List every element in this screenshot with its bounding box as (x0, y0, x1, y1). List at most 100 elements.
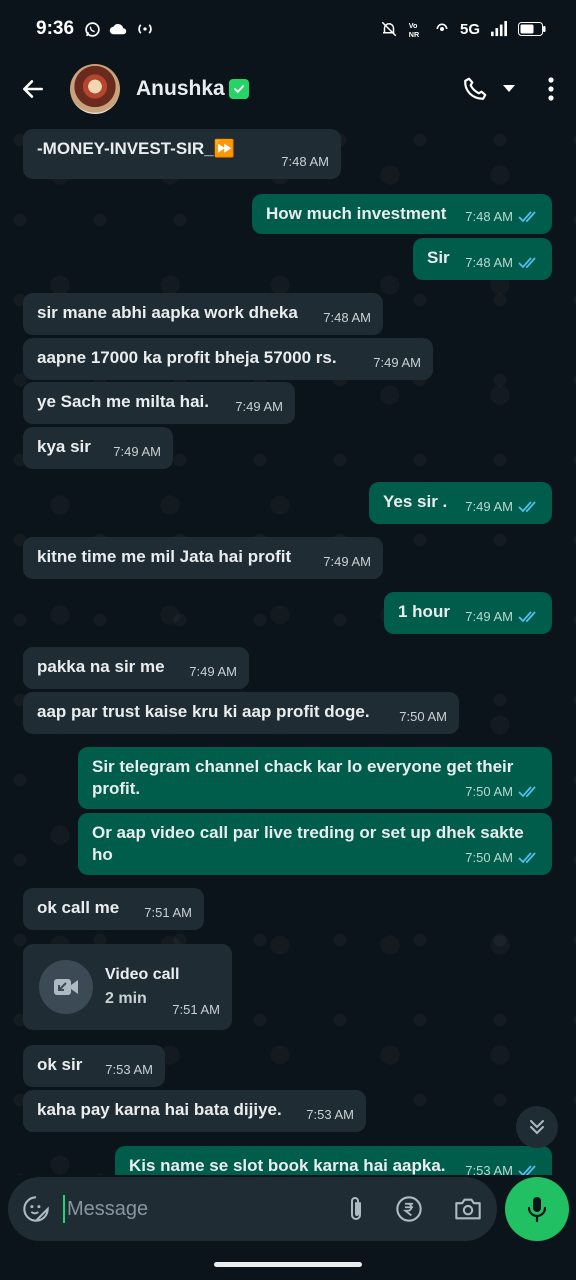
status-left-icons (84, 21, 155, 38)
message-incoming[interactable]: -MONEY-INVEST-SIR_⏩ 7:48 AM (23, 129, 341, 179)
message-text: kaha pay karna hai bata dijiye. (37, 1100, 282, 1119)
message-time: 7:49 AM (465, 499, 513, 514)
read-ticks-icon (518, 211, 536, 223)
home-indicator[interactable] (214, 1262, 362, 1267)
message-time: 7:50 AM (399, 709, 447, 724)
message-meta: 7:49 AM (323, 551, 371, 573)
sticker-icon (22, 1196, 49, 1222)
signal-icon (491, 21, 507, 37)
payment-button[interactable] (380, 1177, 439, 1241)
message-meta: 7:50 AM (465, 781, 540, 803)
message-meta: 7:48 AM (465, 252, 540, 274)
message-outgoing[interactable]: Yes sir . 7:49 AM (369, 482, 552, 524)
message-time: 7:49 AM (323, 554, 371, 569)
message-meta: 7:48 AM (323, 307, 371, 329)
voice-call-button[interactable] (458, 64, 492, 114)
message-meta: 7:50 AM (465, 847, 540, 869)
hotspot-icon (138, 24, 152, 34)
message-time: 7:50 AM (465, 784, 513, 799)
message-time: 7:53 AM (105, 1062, 153, 1077)
paperclip-icon (350, 1197, 361, 1220)
missed-video-call-icon (54, 979, 78, 995)
message-incoming[interactable]: aapne 17000 ka profit bheja 57000 rs. 7:… (23, 338, 433, 380)
battery-icon (518, 22, 546, 36)
message-incoming[interactable]: aap par trust kaise kru ki aap profit do… (23, 692, 459, 734)
back-button[interactable] (0, 58, 66, 120)
message-incoming[interactable]: kitne time me mil Jata hai profit 7:49 A… (23, 537, 383, 579)
message-meta: 7:53 AM (306, 1104, 354, 1126)
message-meta: 7:49 AM (465, 496, 540, 518)
avatar[interactable] (70, 64, 120, 114)
message-time: 7:49 AM (373, 355, 421, 370)
emoji-button[interactable] (8, 1177, 63, 1241)
message-incoming[interactable]: ok call me 7:51 AM (23, 888, 204, 930)
message-meta: 7:50 AM (399, 706, 447, 728)
arrow-left-icon (23, 80, 43, 98)
message-time: 7:48 AM (465, 209, 513, 224)
message-time: 7:49 AM (235, 399, 283, 414)
message-time: 7:48 AM (281, 154, 329, 169)
message-time: 7:49 AM (465, 609, 513, 624)
message-incoming[interactable]: ye Sach me milta hai. 7:49 AM (23, 382, 295, 424)
phone-icon (464, 77, 487, 100)
message-incoming[interactable]: sir mane abhi aapka work dheka 7:48 AM (23, 293, 383, 335)
message-time: 7:49 AM (189, 664, 237, 679)
message-incoming[interactable]: kya sir 7:49 AM (23, 427, 173, 469)
message-time: 7:51 AM (172, 1002, 220, 1017)
message-text: Sir (427, 248, 450, 267)
video-call-message[interactable]: Video call 2 min 7:51 AM (23, 944, 232, 1030)
volte-icon: VoNR (409, 21, 420, 38)
header-actions (458, 64, 576, 114)
message-time: 7:48 AM (323, 310, 371, 325)
voice-message-button[interactable] (505, 1177, 569, 1241)
read-ticks-icon (518, 852, 536, 864)
message-meta: 7:48 AM (281, 151, 329, 173)
message-incoming[interactable]: kaha pay karna hai bata dijiye. 7:53 AM (23, 1090, 366, 1132)
message-text: sir mane abhi aapka work dheka (37, 303, 298, 322)
message-text: 1 hour (398, 602, 450, 621)
message-composer (8, 1177, 497, 1241)
caret-down-icon (503, 85, 515, 92)
rupee-icon (396, 1196, 422, 1222)
whatsapp-icon (85, 21, 100, 37)
message-time: 7:49 AM (113, 444, 161, 459)
message-text: aapne 17000 ka profit bheja 57000 rs. (37, 348, 337, 367)
message-meta: 7:49 AM (465, 606, 540, 628)
message-input[interactable] (63, 1195, 332, 1223)
message-meta: 7:49 AM (235, 396, 283, 418)
call-icon-circle (39, 960, 93, 1014)
message-incoming[interactable]: pakka na sir me 7:49 AM (23, 647, 249, 689)
message-text: Yes sir . (383, 492, 448, 511)
message-meta: 7:51 AM (144, 902, 192, 924)
message-meta: 7:49 AM (373, 352, 421, 374)
message-text: ye Sach me milta hai. (37, 392, 209, 411)
message-outgoing[interactable]: Kis name se slot book karna hai aapka. 7… (115, 1146, 552, 1175)
message-text: kitne time me mil Jata hai profit (37, 547, 292, 566)
message-outgoing[interactable]: Or aap video call par live treding or se… (78, 813, 552, 875)
camera-icon (454, 1198, 481, 1220)
read-ticks-icon (518, 611, 536, 623)
message-outgoing[interactable]: Sir 7:48 AM (413, 238, 552, 280)
wifi-call-icon (436, 23, 448, 31)
call-title: Video call (105, 966, 180, 983)
message-text: kya sir (37, 437, 91, 456)
scroll-to-bottom-button[interactable] (516, 1106, 558, 1148)
network-label: 5G (459, 20, 480, 38)
message-incoming[interactable]: ok sir 7:53 AM (23, 1045, 165, 1087)
contact-name[interactable]: Anushka (136, 77, 249, 101)
more-options-button[interactable] (526, 64, 576, 114)
read-ticks-icon (518, 1165, 536, 1175)
attach-button[interactable] (332, 1177, 380, 1241)
message-outgoing[interactable]: 1 hour 7:49 AM (384, 592, 552, 634)
cloud-icon (109, 24, 127, 35)
verified-check-icon (228, 79, 249, 99)
message-meta: 7:49 AM (189, 661, 237, 683)
double-chevron-down-icon (530, 1120, 544, 1135)
chat-messages[interactable]: -MONEY-INVEST-SIR_⏩ 7:48 AM How much inv… (0, 120, 576, 1175)
message-meta: 7:53 AM (105, 1059, 153, 1081)
call-duration: 2 min (105, 990, 147, 1007)
message-outgoing[interactable]: How much investment 7:48 AM (252, 194, 552, 234)
call-options-button[interactable] (492, 64, 526, 114)
message-outgoing[interactable]: Sir telegram channel chack kar lo everyo… (78, 747, 552, 809)
camera-button[interactable] (438, 1177, 497, 1241)
